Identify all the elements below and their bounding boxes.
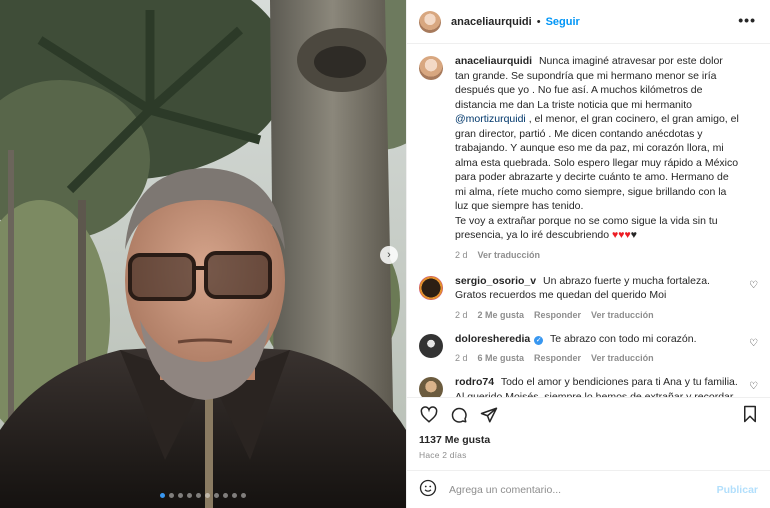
comment-content: Todo el amor y bendiciones para ti Ana y… <box>455 376 738 397</box>
commenter-username[interactable]: sergio_osorio_v <box>455 275 536 287</box>
reply-button[interactable]: Responder <box>534 310 581 320</box>
add-comment-bar: Publicar <box>407 470 770 508</box>
commenter-username[interactable]: doloresheredia <box>455 333 530 345</box>
follow-button[interactable]: Seguir <box>546 16 580 28</box>
caption-row: anaceliaurquidi Nunca imaginé atravesar … <box>419 54 758 260</box>
small-heart-icon[interactable]: ♡ <box>749 280 758 291</box>
caption-text-part: , el menor, el gran cocinero, el gran am… <box>455 113 739 212</box>
comment-likes[interactable]: 2 Me gusta <box>478 310 525 320</box>
carousel-dot <box>160 493 165 498</box>
carousel-dot <box>214 493 219 498</box>
publish-button[interactable]: Publicar <box>717 484 758 496</box>
carousel-dot <box>205 493 210 498</box>
header-separator: • <box>536 15 541 28</box>
caption-username[interactable]: anaceliaurquidi <box>455 55 532 67</box>
comment-text: doloresheredia ✓ Te abrazo con todo mi co… <box>455 332 740 347</box>
caption-text: anaceliaurquidi Nunca imaginé atravesar … <box>455 54 740 243</box>
bookmark-icon[interactable] <box>742 405 758 426</box>
owner-username[interactable]: anaceliaurquidi <box>451 16 532 28</box>
more-options-button[interactable]: ••• <box>738 12 756 28</box>
post-details-panel: anaceliaurquidi • Seguir ••• anaceliaurq… <box>406 0 770 508</box>
carousel-dot <box>223 493 228 498</box>
next-image-button[interactable]: › <box>380 246 398 264</box>
small-heart-icon[interactable]: ♡ <box>749 338 758 349</box>
commenter-avatar[interactable] <box>419 377 443 397</box>
translate-button[interactable]: Ver traducción <box>478 250 541 260</box>
post-photo[interactable]: › <box>0 0 406 508</box>
comment-meta: 2 d 6 Me gusta Responder Ver traducción <box>455 353 740 363</box>
share-icon[interactable] <box>479 405 499 425</box>
comment-body: rodro74 Todo el amor y bendiciones para … <box>455 375 758 397</box>
verified-badge-icon: ✓ <box>534 335 544 345</box>
post-header: anaceliaurquidi • Seguir ••• <box>407 0 770 44</box>
comment-time[interactable]: 2 d <box>455 353 468 363</box>
comment-body: sergio_osorio_v Un abrazo fuerte y mucha… <box>455 274 758 320</box>
carousel-dot <box>169 493 174 498</box>
likes-count[interactable]: 1137 Me gusta <box>407 431 770 446</box>
owner-avatar[interactable] <box>419 10 441 33</box>
small-heart-icon[interactable]: ♡ <box>749 381 758 392</box>
carousel-dot <box>196 493 201 498</box>
caption-time[interactable]: 2 d <box>455 250 468 260</box>
comment-meta: 2 d 2 Me gusta Responder Ver traducción <box>455 310 740 320</box>
instagram-post: › anaceliaurquidi • Seguir ••• anaceliau… <box>0 0 770 508</box>
commenter-avatar[interactable] <box>419 333 443 358</box>
comments-list[interactable]: anaceliaurquidi Nunca imaginé atravesar … <box>407 44 770 397</box>
caption-text-last: Te voy a extrañar porque no se como sigu… <box>455 214 718 242</box>
post-date[interactable]: Hace 2 días <box>407 446 770 470</box>
carousel-dot <box>241 493 246 498</box>
comment-text: sergio_osorio_v Un abrazo fuerte y mucha… <box>455 274 740 303</box>
carousel-dot <box>187 493 192 498</box>
red-hearts-emoji: ♥♥♥ <box>612 229 631 241</box>
comment-row: sergio_osorio_v Un abrazo fuerte y mucha… <box>419 274 758 320</box>
comment-row: rodro74 Todo el amor y bendiciones para … <box>419 375 758 397</box>
comment-icon[interactable] <box>449 405 469 425</box>
comment-text: rodro74 Todo el amor y bendiciones para … <box>455 375 740 397</box>
commenter-username[interactable]: rodro74 <box>455 376 494 388</box>
comment-input[interactable] <box>449 483 717 496</box>
comment-content: Te abrazo con todo mi corazón. <box>550 332 697 345</box>
commenter-avatar[interactable] <box>419 275 443 300</box>
comment-body: doloresheredia ✓ Te abrazo con todo mi co… <box>455 332 758 364</box>
heart-icon[interactable] <box>419 405 439 425</box>
caption-body: anaceliaurquidi Nunca imaginé atravesar … <box>455 54 758 260</box>
comment-likes[interactable]: 6 Me gusta <box>478 353 525 363</box>
emoji-icon[interactable] <box>419 479 437 500</box>
carousel-dot <box>178 493 183 498</box>
translate-button[interactable]: Ver traducción <box>591 310 654 320</box>
mention-link[interactable]: @mortizurquidi <box>455 113 526 125</box>
translate-button[interactable]: Ver traducción <box>591 353 654 363</box>
black-heart-emoji: ♥ <box>630 229 637 241</box>
carousel-dot <box>232 493 237 498</box>
caption-avatar[interactable] <box>419 56 443 80</box>
selfie-image <box>0 0 406 508</box>
carousel-dots <box>0 493 406 498</box>
comment-time[interactable]: 2 d <box>455 310 468 320</box>
post-actions-bar <box>407 397 770 431</box>
caption-meta: 2 d Ver traducción <box>455 250 740 260</box>
reply-button[interactable]: Responder <box>534 353 581 363</box>
comment-row: doloresheredia ✓ Te abrazo con todo mi co… <box>419 332 758 364</box>
